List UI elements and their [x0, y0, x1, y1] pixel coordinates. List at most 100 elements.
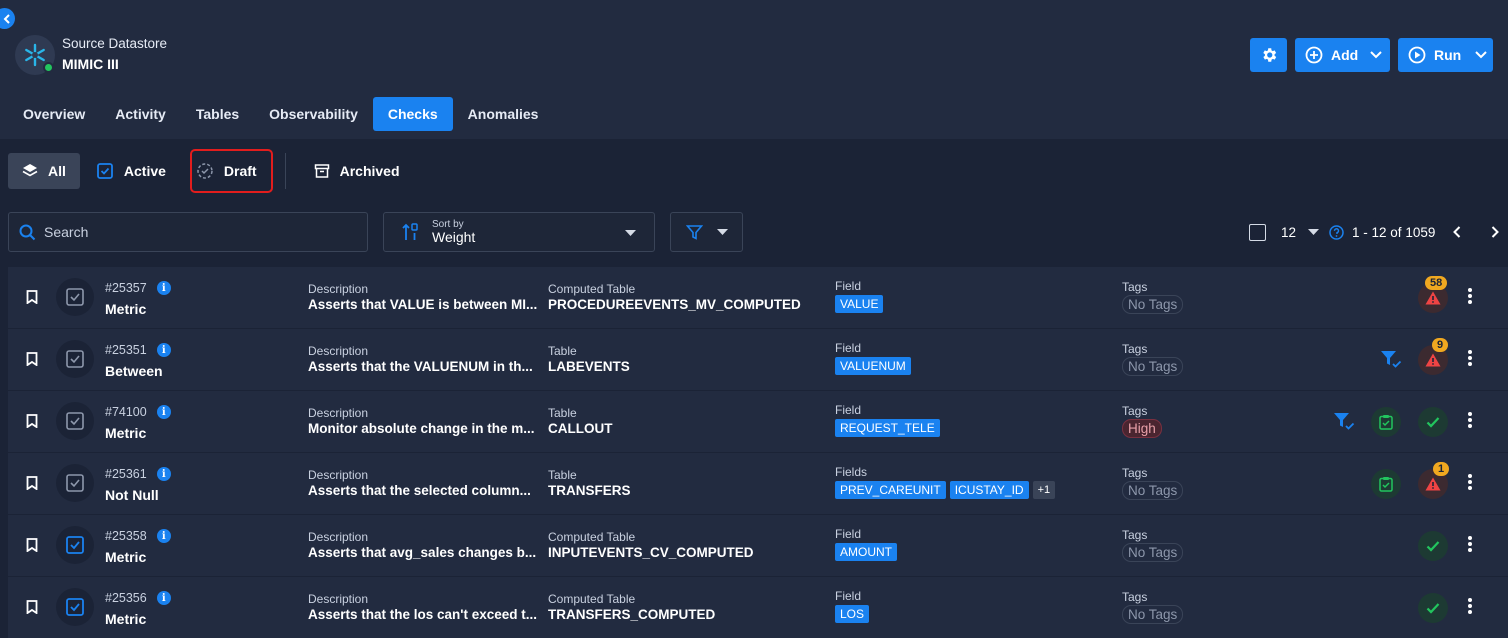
bookmark-icon[interactable]	[26, 476, 38, 490]
bookmark-icon[interactable]	[26, 290, 38, 304]
bookmark-icon[interactable]	[26, 352, 38, 366]
info-icon[interactable]: i	[156, 467, 171, 481]
field-label: Field	[835, 279, 862, 293]
check-type: Metric	[105, 611, 147, 627]
more-options-icon[interactable]	[1467, 411, 1473, 429]
tab-checks[interactable]: Checks	[372, 97, 453, 131]
bookmark-icon[interactable]	[26, 414, 38, 428]
tag-badge: No Tags	[1122, 605, 1184, 624]
help-icon[interactable]	[1329, 224, 1344, 240]
connection-status-dot	[43, 62, 54, 73]
header: Source Datastore MIMIC III Add Run Overv…	[0, 0, 1508, 139]
check-type: Metric	[105, 301, 147, 317]
bookmark-icon[interactable]	[26, 538, 38, 552]
checkmark-icon	[1426, 417, 1440, 428]
more-options-icon[interactable]	[1467, 287, 1473, 305]
passed-status[interactable]	[1418, 593, 1448, 623]
filter-button[interactable]	[670, 212, 743, 252]
add-button[interactable]: Add	[1295, 38, 1390, 72]
sort-select[interactable]: Sort by Weight	[383, 212, 655, 252]
search-input[interactable]	[44, 224, 344, 240]
tags-label: Tags	[1122, 466, 1148, 480]
tags-label: Tags	[1122, 342, 1148, 356]
tab-observability[interactable]: Observability	[254, 97, 373, 131]
chevron-left-icon[interactable]	[1453, 226, 1461, 238]
filter-check-icon[interactable]	[1333, 411, 1355, 431]
status-tab-draft-label: Draft	[223, 163, 257, 179]
description-label: Description	[308, 468, 369, 482]
filter-icon	[685, 224, 703, 240]
table-value: TRANSFERS	[548, 483, 631, 498]
status-tab-all-label: All	[48, 163, 66, 179]
chevron-right-icon[interactable]	[1491, 226, 1500, 238]
run-button[interactable]: Run	[1398, 38, 1493, 72]
back-button[interactable]	[0, 8, 15, 29]
check-type: Between	[105, 363, 163, 379]
warning-icon	[1425, 353, 1441, 367]
info-icon[interactable]: i	[156, 343, 171, 357]
info-icon[interactable]: i	[156, 529, 171, 543]
run-label: Run	[1434, 47, 1462, 63]
table-row[interactable]: #25358 i Metric Description Asserts that …	[8, 515, 1508, 577]
check-id: #25358	[105, 529, 147, 543]
field-chip: VALUE	[835, 295, 884, 313]
table-label: Table	[548, 406, 577, 420]
passed-status[interactable]	[1418, 407, 1448, 437]
field-label: Field	[835, 403, 862, 417]
clipboard-check-icon	[1379, 415, 1393, 430]
datastore-title: MIMIC III	[62, 56, 119, 72]
caret-down-icon	[716, 229, 728, 235]
description-label: Description	[308, 344, 369, 358]
status-tab-archived[interactable]: Archived	[300, 153, 414, 189]
tab-overview[interactable]: Overview	[8, 97, 100, 131]
tab-anomalies[interactable]: Anomalies	[453, 97, 554, 131]
info-icon[interactable]: i	[156, 281, 171, 295]
field-chip: PREV_CAREUNIT	[835, 481, 946, 499]
table-row[interactable]: #25357 i Metric Description Asserts that …	[8, 267, 1508, 329]
tab-activity[interactable]: Activity	[100, 97, 181, 131]
passed-status[interactable]	[1418, 531, 1448, 561]
table-row[interactable]: #25356 i Metric Description Asserts that …	[8, 577, 1508, 638]
info-icon[interactable]: i	[156, 591, 171, 605]
page-range: 1 - 12 of 1059	[1352, 224, 1436, 240]
field-label: Field	[835, 527, 862, 541]
info-icon[interactable]: i	[156, 405, 171, 419]
pagination: 12 1 - 12 of 1059	[1249, 222, 1500, 242]
select-all-checkbox[interactable]	[1249, 223, 1266, 241]
table-row[interactable]: #25351 i Between Description Asserts that…	[8, 329, 1508, 391]
caret-down-icon[interactable]	[1308, 229, 1320, 235]
check-type: Not Null	[105, 487, 159, 503]
tags-label: Tags	[1122, 590, 1148, 604]
tags-label: Tags	[1122, 404, 1148, 418]
table-value: PROCEDUREEVENTS_MV_COMPUTED	[548, 297, 801, 312]
field-chip: ICUSTAY_ID	[949, 481, 1029, 499]
warning-icon	[1425, 477, 1441, 491]
status-tab-all[interactable]: All	[8, 153, 80, 189]
description-value: Asserts that the los can't exceed t...	[308, 607, 538, 622]
caret-down-icon	[625, 230, 636, 236]
filter-check-icon[interactable]	[1380, 349, 1402, 369]
page-size-value[interactable]: 12	[1281, 225, 1296, 240]
field-label: Field	[835, 589, 862, 603]
chevron-down-icon	[1475, 51, 1487, 59]
settings-button[interactable]	[1250, 38, 1287, 72]
table-row[interactable]: #25361 i Not Null Description Asserts tha…	[8, 453, 1508, 515]
status-tab-active[interactable]: Active	[82, 153, 180, 189]
more-options-icon[interactable]	[1467, 535, 1473, 553]
validate-button[interactable]	[1371, 469, 1401, 499]
validate-button[interactable]	[1371, 407, 1401, 437]
more-options-icon[interactable]	[1467, 349, 1473, 367]
description-value: Asserts that the VALUENUM in th...	[308, 359, 533, 374]
status-tab-draft[interactable]: Draft	[189, 149, 273, 193]
more-options-icon[interactable]	[1467, 597, 1473, 615]
gear-icon	[1262, 48, 1276, 62]
more-fields-chip[interactable]: +1	[1032, 481, 1056, 499]
tag-badge: No Tags	[1122, 357, 1184, 376]
more-options-icon[interactable]	[1467, 473, 1473, 491]
table-row[interactable]: #74100 i Metric Description Monitor absol…	[8, 391, 1508, 453]
chevron-down-icon	[1370, 51, 1382, 59]
tab-tables[interactable]: Tables	[181, 97, 254, 131]
description-label: Description	[308, 592, 369, 606]
bookmark-icon[interactable]	[26, 600, 38, 614]
main-tabs: Overview Activity Tables Observability C…	[8, 97, 553, 131]
